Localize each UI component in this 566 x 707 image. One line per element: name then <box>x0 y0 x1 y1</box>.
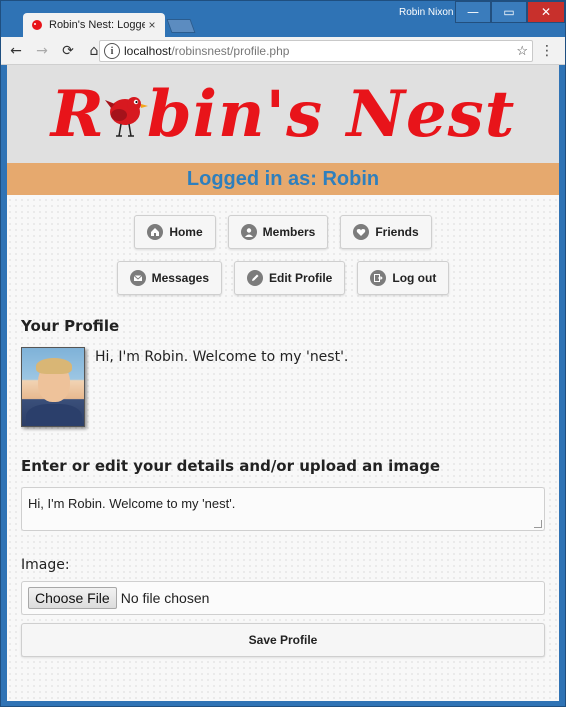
main-menu-row-2: Messages Edit Profile Log out <box>7 261 559 295</box>
maximize-button[interactable]: ▭ <box>491 1 527 23</box>
new-tab-button[interactable] <box>166 19 196 33</box>
members-nav-label: Members <box>262 225 316 239</box>
browser-tab[interactable]: Robin's Nest: Logged in × <box>23 13 165 37</box>
robin-favicon-icon <box>31 19 43 31</box>
edit-profile-nav-button[interactable]: Edit Profile <box>234 261 346 295</box>
site-logo[interactable]: R bin's Nest <box>51 77 516 152</box>
your-profile-heading: Your Profile <box>21 317 120 335</box>
minimize-button[interactable]: — <box>455 1 491 23</box>
mail-icon <box>129 270 146 286</box>
browser-window: Robin's Nest: Logged in × Robin Nixon — … <box>0 0 566 707</box>
messages-nav-button[interactable]: Messages <box>116 261 223 295</box>
url-host: localhost <box>124 44 172 58</box>
heart-icon <box>353 224 370 240</box>
back-button[interactable]: ← <box>5 40 27 62</box>
logout-icon <box>370 270 387 286</box>
tab-title: Robin's Nest: Logged in <box>49 19 145 31</box>
browser-toolbar: ← → ⟳ ⌂ i localhost/robinsnest/profile.p… <box>1 37 565 65</box>
edit-profile-nav-label: Edit Profile <box>269 271 333 285</box>
edit-details-heading: Enter or edit your details and/or upload… <box>21 457 440 475</box>
home-nav-button[interactable]: Home <box>134 215 216 249</box>
members-nav-button[interactable]: Members <box>227 215 329 249</box>
site-header: R bin's Nest <box>7 65 559 163</box>
main-menu-row-1: Home Members Friends <box>7 215 559 249</box>
logout-nav-label: Log out <box>392 271 437 285</box>
logo-text-right: bin's Nest <box>146 76 516 152</box>
profile-summary: Hi, I'm Robin. Welcome to my 'nest'. <box>21 347 559 427</box>
pencil-icon <box>247 270 264 286</box>
browser-menu-button[interactable]: ⋮ <box>539 43 555 59</box>
save-profile-button[interactable]: Save Profile <box>21 623 545 657</box>
friends-nav-label: Friends <box>375 225 419 239</box>
user-icon <box>240 224 257 240</box>
login-status-banner: Logged in as: Robin <box>7 163 559 195</box>
window-user-label: Robin Nixon <box>399 7 454 18</box>
bookmark-star-icon[interactable]: ☆ <box>516 43 528 59</box>
image-label: Image: <box>21 557 70 573</box>
close-window-button[interactable]: ✕ <box>527 1 565 23</box>
address-bar[interactable]: i localhost/robinsnest/profile.php ☆ <box>99 40 533 62</box>
resize-grip-icon[interactable] <box>534 520 542 528</box>
robin-bird-icon <box>104 97 148 137</box>
home-nav-label: Home <box>169 225 203 239</box>
tab-close-icon[interactable]: × <box>145 18 159 32</box>
bio-textarea-value: Hi, I'm Robin. Welcome to my 'nest'. <box>28 496 236 511</box>
profile-photo <box>21 347 85 427</box>
info-icon[interactable]: i <box>104 43 120 59</box>
page-viewport: R bin's Nest Logged in as: Robin Home Me… <box>7 65 559 701</box>
profile-bio-text: Hi, I'm Robin. Welcome to my 'nest'. <box>95 349 349 365</box>
image-file-input[interactable]: Choose File No file chosen <box>21 581 545 615</box>
choose-file-button[interactable]: Choose File <box>28 587 117 609</box>
logo-text-left: R <box>50 76 105 152</box>
logout-nav-button[interactable]: Log out <box>357 261 450 295</box>
messages-nav-label: Messages <box>151 271 210 285</box>
bio-textarea[interactable]: Hi, I'm Robin. Welcome to my 'nest'. <box>21 487 545 531</box>
home-icon <box>147 224 164 240</box>
title-bar: Robin's Nest: Logged in × Robin Nixon — … <box>1 1 565 37</box>
no-file-chosen-text: No file chosen <box>120 590 210 606</box>
reload-button[interactable]: ⟳ <box>57 40 79 62</box>
url-path: /robinsnest/profile.php <box>171 44 290 58</box>
friends-nav-button[interactable]: Friends <box>340 215 432 249</box>
forward-button[interactable]: → <box>31 40 53 62</box>
